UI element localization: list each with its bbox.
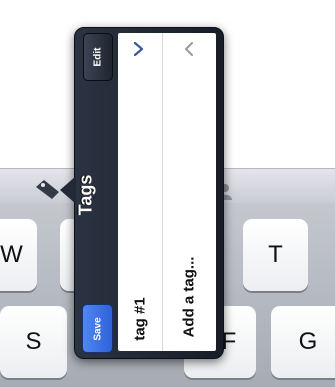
screen: W E T S F G Tags Edit Save tag #1 Add a … [0, 0, 335, 387]
save-button[interactable]: Save [82, 304, 113, 353]
tag-list: tag #1 Add a tag... [118, 33, 216, 351]
key-s[interactable]: S [0, 306, 67, 378]
checkmark-icon [132, 41, 146, 57]
save-button-label: Save [92, 316, 103, 341]
edit-button-label: Edit [92, 47, 104, 67]
tag-row[interactable]: tag #1 [118, 33, 162, 351]
key-t[interactable]: T [243, 219, 308, 291]
edit-button[interactable]: Edit [83, 33, 113, 81]
key-g[interactable]: G [271, 306, 335, 378]
key-w[interactable]: W [0, 219, 37, 291]
popover-title: Tags [75, 174, 96, 216]
add-tag-row[interactable]: Add a tag... [163, 33, 216, 351]
add-tag-label: Add a tag... [180, 256, 198, 338]
tag-icon[interactable] [34, 178, 64, 200]
tag-label: tag #1 [131, 297, 149, 341]
chevron-icon [182, 41, 196, 57]
